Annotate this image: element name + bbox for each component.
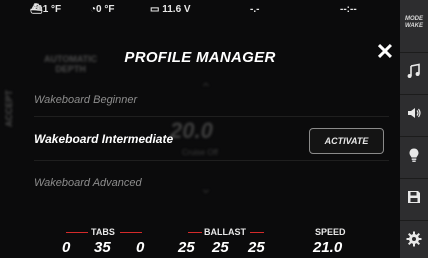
profile-label: Wakeboard Intermediate: [34, 132, 174, 146]
lights-button[interactable]: [400, 136, 428, 173]
save-button[interactable]: [400, 178, 428, 215]
tabs-value-left: 0: [62, 239, 71, 256]
tabs-title: TABS: [91, 227, 115, 237]
battery-voltage: ▭ 11.6 V: [150, 4, 191, 15]
status-bar: ⛴1 °F ◔0 °F ▭ 11.6 V -.- --:--: [0, 0, 400, 20]
gear-icon: [406, 231, 422, 247]
profile-label: Wakeboard Advanced: [34, 177, 142, 189]
lightbulb-icon: [409, 148, 419, 162]
bottom-info-bar: TABS 0 35 0 BALLAST 25 25 25 SPEED 21.0: [0, 226, 400, 258]
tabs-value-center: 35: [94, 239, 111, 256]
music-note-icon: [407, 63, 420, 78]
profile-manager-screen: ⛴1 °F ◔0 °F ▭ 11.6 V -.- --:-- AUTOMATIC…: [0, 0, 428, 258]
settings-button[interactable]: [400, 220, 428, 257]
clock: --:--: [340, 4, 357, 15]
speed-title: SPEED: [315, 227, 346, 237]
profile-label: Wakeboard Beginner: [34, 94, 138, 106]
tabs-value-right: 0: [136, 239, 145, 256]
tabs-right-rule: [120, 232, 142, 233]
battery-icon: ▭: [150, 4, 160, 15]
modal-title: PROFILE MANAGER: [124, 49, 276, 66]
profile-item-beginner[interactable]: Wakeboard Beginner: [0, 87, 400, 115]
ballast-left-rule: [188, 232, 202, 233]
mode-label[interactable]: MODE WAKE: [400, 16, 428, 30]
divider: [34, 116, 389, 117]
ballast-value-3: 25: [248, 239, 265, 256]
speed-value: 21.0: [313, 239, 343, 256]
temperature-1: ⛴1 °F: [30, 4, 62, 15]
save-icon: [408, 191, 420, 203]
volume-button[interactable]: [400, 94, 428, 131]
ballast-right-rule: [250, 232, 264, 233]
ballast-title: BALLAST: [204, 227, 246, 237]
profile-item-advanced[interactable]: Wakeboard Advanced: [0, 170, 400, 198]
speaker-icon: [408, 108, 421, 118]
music-button[interactable]: [400, 52, 428, 89]
temperature-2: ◔0 °F: [90, 4, 115, 15]
close-icon[interactable]: ✕: [373, 40, 397, 64]
ballast-value-2: 25: [212, 239, 229, 256]
activate-button[interactable]: ACTIVATE: [309, 128, 384, 154]
boat-icon: ⛴: [30, 4, 43, 15]
tabs-left-rule: [66, 232, 88, 233]
side-menu: MODE WAKE: [400, 0, 428, 258]
status-field-4: -.-: [250, 4, 260, 15]
ballast-value-1: 25: [178, 239, 195, 256]
divider: [34, 160, 389, 161]
